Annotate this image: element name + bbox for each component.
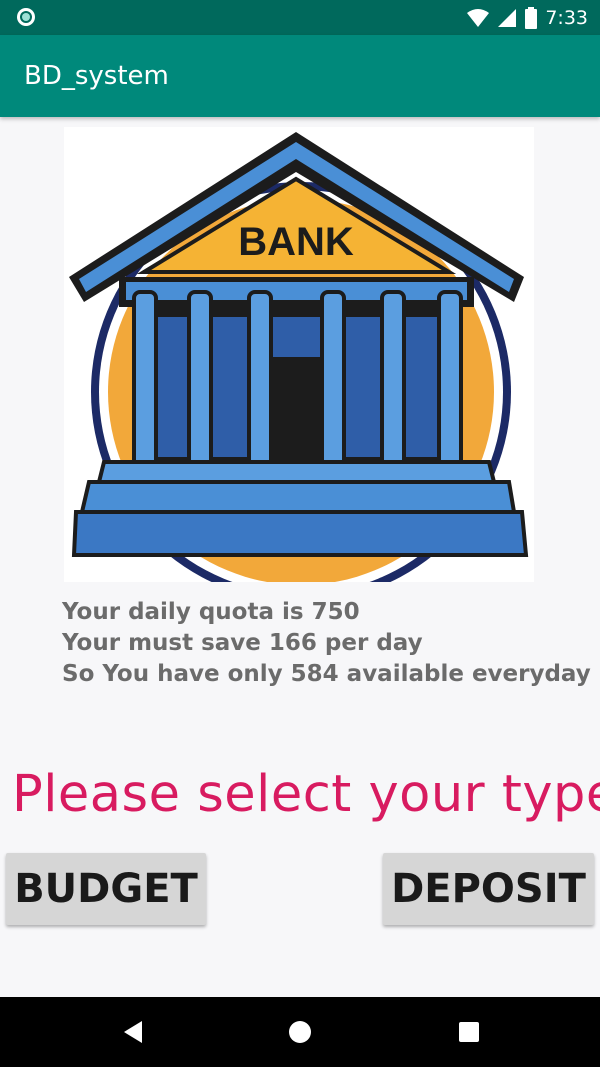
status-bar: 7:33 xyxy=(0,0,600,35)
back-icon[interactable] xyxy=(118,1017,148,1047)
deposit-button[interactable]: DEPOSIT xyxy=(383,853,594,925)
select-type-prompt: Please select your type xyxy=(12,765,600,824)
bank-building-icon: BANK xyxy=(64,127,534,582)
home-icon[interactable] xyxy=(285,1017,315,1047)
app-title: BD_system xyxy=(24,61,169,91)
navigation-bar xyxy=(0,997,600,1067)
bank-label: BANK xyxy=(238,220,354,264)
wifi-icon xyxy=(467,9,490,27)
budget-button[interactable]: BUDGET xyxy=(6,853,206,925)
recents-icon[interactable] xyxy=(454,1017,484,1047)
status-time: 7:33 xyxy=(545,7,588,29)
quota-info: Your daily quota is 750 Your must save 1… xyxy=(62,597,591,690)
app-notification-icon xyxy=(17,8,35,26)
available-text: So You have only 584 available everyday xyxy=(62,661,591,687)
daily-quota-text: Your daily quota is 750 xyxy=(62,599,360,625)
app-bar: BD_system xyxy=(0,35,600,117)
battery-icon xyxy=(525,7,538,29)
savings-text: Your must save 166 per day xyxy=(62,630,423,656)
cell-signal-icon xyxy=(498,9,517,27)
